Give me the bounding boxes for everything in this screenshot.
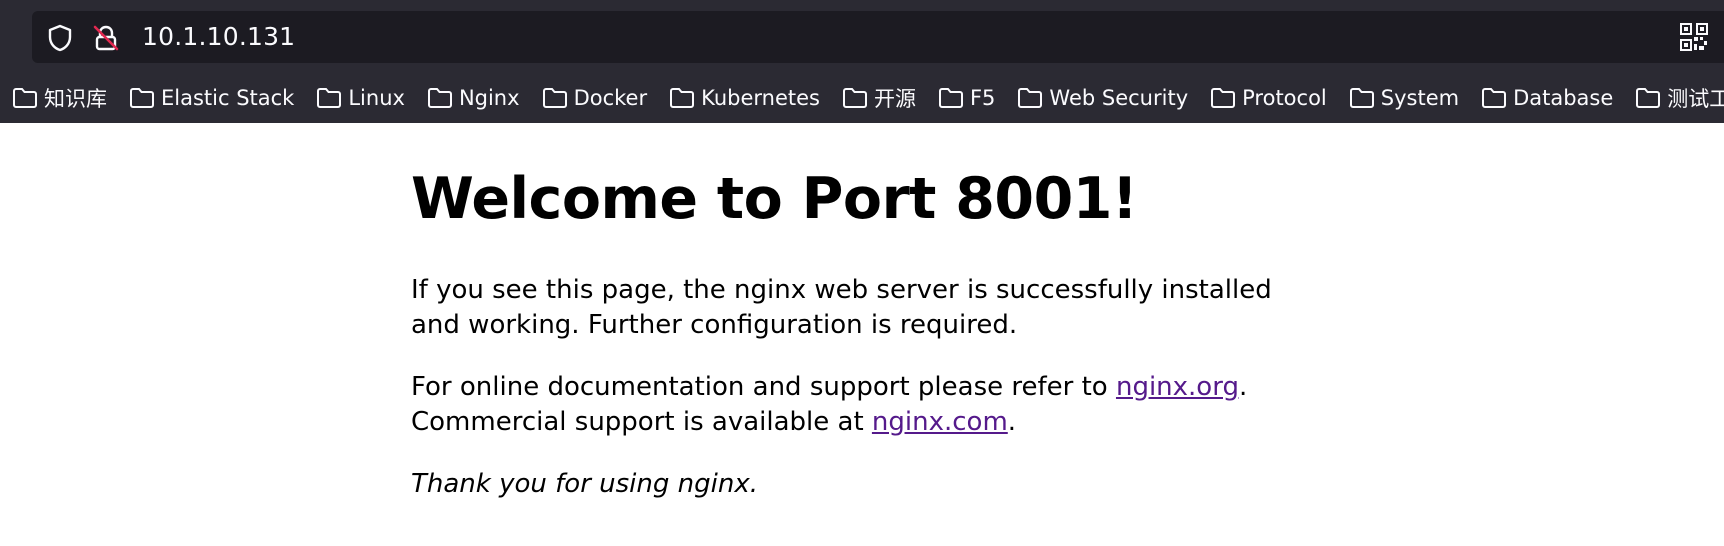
bookmark-folder[interactable]: Linux: [316, 78, 405, 118]
bookmark-folder[interactable]: Elastic Stack: [129, 78, 294, 118]
support-paragraph: For online documentation and support ple…: [411, 370, 1311, 440]
bookmark-folder[interactable]: 测试工: [1635, 78, 1724, 118]
bookmark-label: Protocol: [1242, 86, 1327, 110]
bookmark-folder[interactable]: Web Security: [1017, 78, 1188, 118]
page-content: Welcome to Port 8001! If you see this pa…: [411, 123, 1311, 502]
bookmark-label: F5: [969, 86, 996, 110]
bookmark-folder[interactable]: Database: [1481, 78, 1613, 118]
folder-icon: [670, 88, 695, 108]
folder-icon: [842, 88, 867, 108]
bookmark-label: 知识库: [44, 87, 107, 111]
folder-icon: [1211, 88, 1236, 108]
bookmark-folder[interactable]: Protocol: [1210, 78, 1327, 118]
bookmark-folder[interactable]: Docker: [542, 78, 648, 118]
page-title: Welcome to Port 8001!: [411, 166, 1138, 232]
thanks-paragraph: Thank you for using nginx.: [411, 469, 758, 499]
nginx-org-link[interactable]: nginx.org: [1116, 372, 1239, 402]
folder-icon: [938, 88, 963, 108]
bookmark-folder[interactable]: F5: [938, 78, 995, 118]
support-text: For online documentation and support ple…: [411, 372, 1116, 402]
bookmark-folder[interactable]: 知识库: [12, 78, 107, 118]
bookmark-label: Linux: [348, 86, 405, 110]
folder-icon: [1018, 88, 1043, 108]
bookmark-label: Database: [1513, 86, 1614, 110]
qr-code-icon[interactable]: [1680, 23, 1708, 51]
bookmark-folder[interactable]: Kubernetes: [669, 78, 820, 118]
bookmark-folder[interactable]: Nginx: [427, 78, 520, 118]
bookmark-label: Kubernetes: [701, 86, 820, 110]
bookmark-label: 测试工: [1667, 87, 1724, 111]
insecure-lock-icon[interactable]: [92, 24, 120, 52]
address-bar[interactable]: 10.1.10.131: [32, 11, 1724, 63]
bookmark-folder[interactable]: 开源: [842, 78, 916, 118]
navigation-toolbar: 10.1.10.131: [0, 0, 1724, 75]
folder-icon: [1349, 88, 1374, 108]
folder-icon: [427, 88, 452, 108]
bookmark-label: System: [1380, 86, 1460, 110]
nginx-com-link[interactable]: nginx.com: [872, 407, 1008, 437]
browser-chrome: 10.1.10.131 知识库 Elastic Stack Linux Ngin…: [0, 0, 1724, 123]
folder-icon: [13, 88, 37, 108]
bookmarks-toolbar: 知识库 Elastic Stack Linux Nginx Docker Kub…: [0, 75, 1724, 121]
shield-icon[interactable]: [46, 24, 74, 52]
folder-icon: [542, 88, 567, 108]
folder-icon: [317, 88, 342, 108]
folder-icon: [130, 88, 154, 108]
bookmark-label: Web Security: [1049, 86, 1189, 110]
bookmark-label: Docker: [573, 86, 648, 110]
support-period: .: [1238, 372, 1248, 402]
bookmark-folder[interactable]: System: [1349, 78, 1459, 118]
bookmark-label: Elastic Stack: [161, 86, 295, 110]
intro-paragraph: If you see this page, the nginx web serv…: [411, 275, 1272, 340]
url-text[interactable]: 10.1.10.131: [142, 23, 295, 51]
bookmark-label: Nginx: [458, 86, 520, 110]
folder-icon: [1636, 88, 1661, 108]
commercial-text: Commercial support is available at: [411, 407, 872, 437]
folder-icon: [1482, 88, 1507, 108]
bookmark-label: 开源: [873, 87, 916, 111]
commercial-period: .: [1007, 407, 1017, 437]
